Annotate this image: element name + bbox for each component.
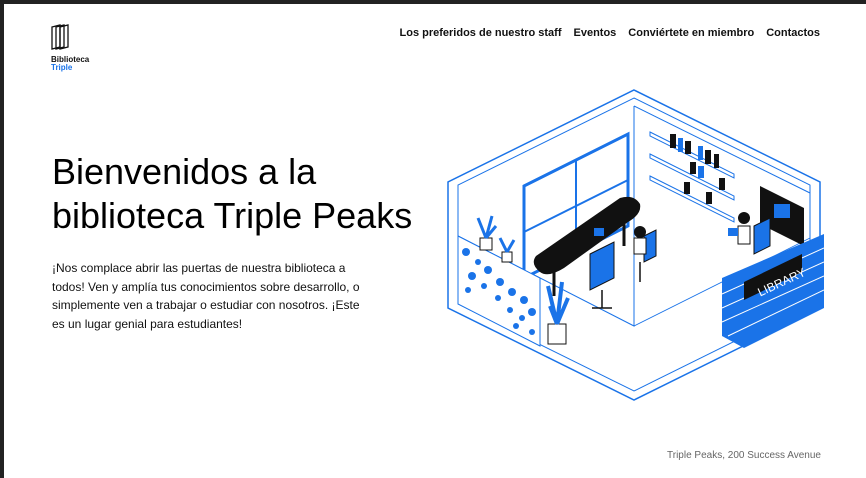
nav-item-membership[interactable]: Conviértete en miembro [628,27,754,39]
brand-name-line2: Triple [51,63,73,72]
hero-description: ¡Nos complace abrir las puertas de nuest… [52,261,360,331]
nav-item-staff-picks[interactable]: Los preferidos de nuestro staff [400,27,562,39]
page: Biblioteca Triple Los preferidos de nues… [4,4,866,478]
library-room-illustration: LIBRARY [447,89,824,401]
triple-panels-icon [51,24,69,50]
main-nav: Los preferidos de nuestro staff Eventos … [400,27,820,39]
nav-item-contacts[interactable]: Contactos [766,27,820,39]
nav-item-events[interactable]: Eventos [574,27,617,39]
brand-logo[interactable]: Biblioteca Triple [51,24,111,74]
footer-address: Triple Peaks, 200 Success Avenue [667,450,821,461]
page-title: Bienvenidos a la biblioteca Triple Peaks [52,151,413,236]
